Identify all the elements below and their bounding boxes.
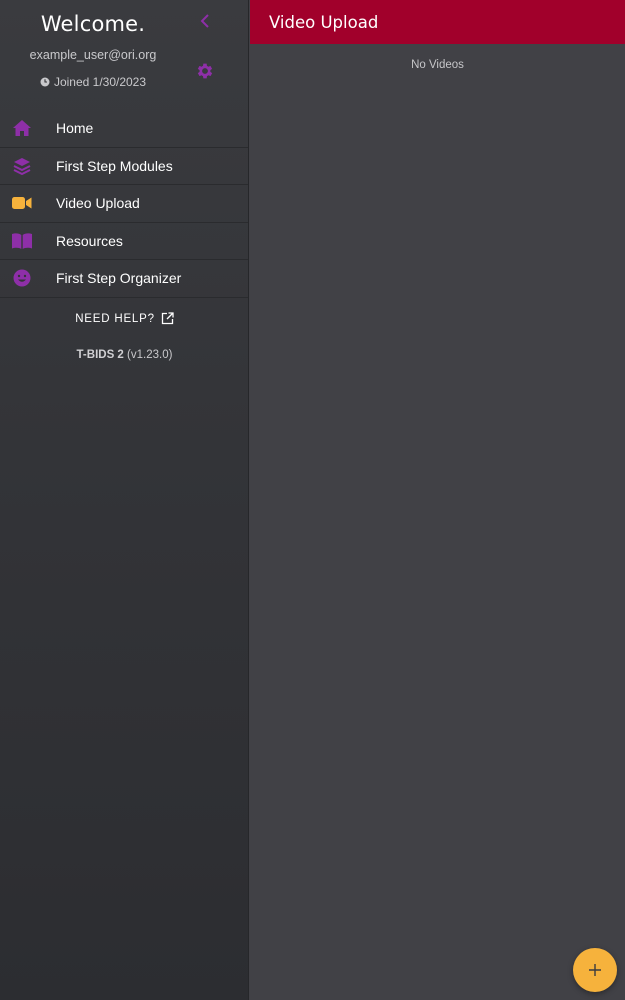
sidebar-item-label: First Step Modules <box>56 157 173 174</box>
sidebar-item-label: Home <box>56 120 94 137</box>
sidebar-item-label: Video Upload <box>56 195 140 212</box>
clock-icon <box>40 77 50 87</box>
page-header: Video Upload <box>250 0 625 44</box>
need-help-label: NEED HELP? <box>75 312 155 325</box>
joined-date: Joined 1/30/2023 <box>0 75 186 89</box>
sidebar-item-resources[interactable]: Resources <box>0 223 248 260</box>
sidebar-item-label: First Step Organizer <box>56 270 182 287</box>
settings-button[interactable] <box>194 60 216 82</box>
sidebar-item-label: Resources <box>56 232 123 249</box>
sidebar: Welcome. example_user@ori.org Joined 1/3… <box>0 0 249 1000</box>
app-name: T-BIDS 2 <box>76 349 124 361</box>
page-title: Video Upload <box>269 12 379 32</box>
sidebar-item-first-step-organizer[interactable]: First Step Organizer <box>0 260 248 298</box>
sidebar-nav: Home First Step Modules Video Upload Res… <box>0 110 248 298</box>
video-camera-icon <box>11 193 33 213</box>
app-version: T-BIDS 2 (v1.23.0) <box>0 349 249 361</box>
sidebar-item-video-upload[interactable]: Video Upload <box>0 185 248 223</box>
user-email: example_user@ori.org <box>29 48 157 62</box>
empty-state-message: No Videos <box>411 59 464 71</box>
chevron-left-icon <box>200 14 209 28</box>
plus-icon <box>589 964 601 976</box>
smile-icon <box>11 268 33 288</box>
joined-text: Joined 1/30/2023 <box>53 75 147 89</box>
sidebar-item-first-step-modules[interactable]: First Step Modules <box>0 148 248 185</box>
book-icon <box>11 231 33 251</box>
need-help-link[interactable]: NEED HELP? <box>0 312 249 325</box>
gear-icon <box>197 63 213 79</box>
external-link-icon <box>161 312 174 325</box>
version-number: (v1.23.0) <box>127 349 173 361</box>
welcome-heading: Welcome. <box>40 12 146 36</box>
layers-icon <box>11 156 33 176</box>
home-icon <box>11 118 33 138</box>
add-video-button[interactable] <box>573 948 617 992</box>
collapse-sidebar-button[interactable] <box>196 11 214 31</box>
sidebar-item-home[interactable]: Home <box>0 110 248 148</box>
